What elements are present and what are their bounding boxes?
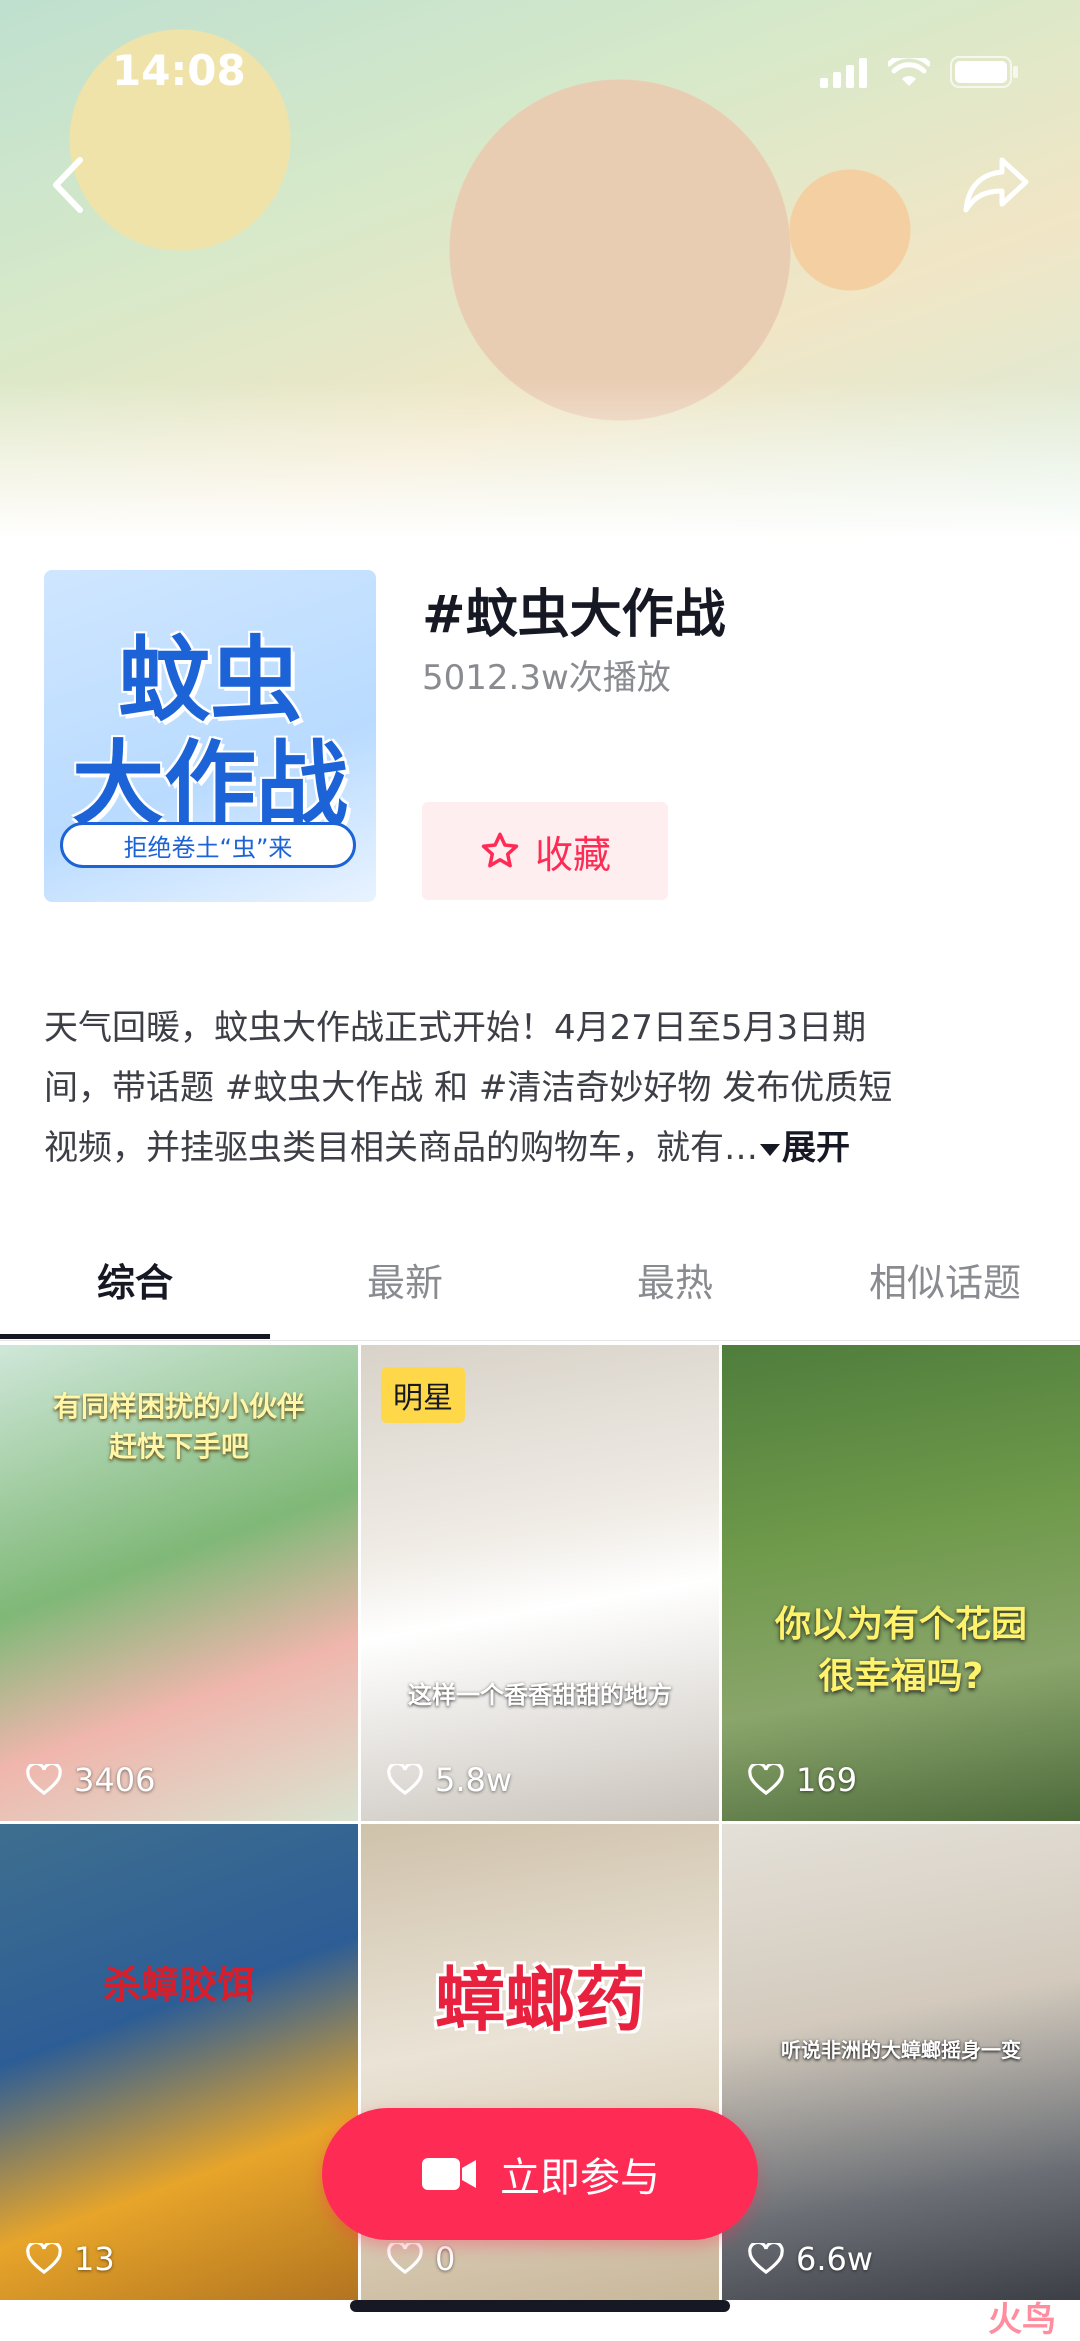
like-count-text: 0 — [435, 2240, 456, 2278]
favorite-label: 收藏 — [534, 832, 611, 877]
video-card[interactable]: 听说非洲的大蟑螂摇身一变 6.6w — [722, 1824, 1080, 2300]
heart-icon — [387, 2243, 423, 2275]
star-badge: 明星 — [381, 1367, 465, 1423]
heart-icon — [748, 2243, 784, 2275]
topic-description: 天气回暖，蚊虫大作战正式开始！4月27日至5月3日期 间，带话题 #蚊虫大作战 … — [44, 998, 1036, 1178]
favorite-button[interactable]: 收藏 — [422, 802, 668, 900]
tab-comprehensive[interactable]: 综合 — [0, 1252, 270, 1307]
back-button[interactable] — [44, 150, 94, 220]
heart-icon — [387, 1764, 423, 1796]
like-count-text: 169 — [796, 1761, 858, 1799]
status-bar: 14:08 — [0, 40, 1080, 100]
video-caption: 听说非洲的大蟑螂摇身一变 — [781, 2038, 1021, 2062]
description-line: 间，带话题 #蚊虫大作战 和 #清洁奇妙好物 发布优质短 — [44, 1068, 893, 1108]
chevron-left-icon — [53, 157, 83, 213]
like-count: 13 — [26, 2240, 115, 2278]
like-count: 169 — [748, 1761, 857, 1799]
banner-fade — [0, 380, 1080, 540]
like-count-text: 6.6w — [796, 2240, 874, 2278]
like-count: 5.8w — [387, 1761, 512, 1799]
wifi-icon — [888, 58, 930, 86]
description-line: 天气回暖，蚊虫大作战正式开始！4月27日至5月3日期 — [44, 1008, 867, 1048]
triangle-down-icon — [760, 1143, 780, 1156]
description-line: 视频，并挂驱虫类目相关商品的购物车，就有… — [44, 1128, 758, 1168]
share-arrow-icon — [963, 157, 1029, 213]
tab-latest[interactable]: 最新 — [270, 1252, 540, 1307]
join-now-label: 立即参与 — [500, 2155, 660, 2201]
active-tab-indicator — [0, 1334, 270, 1339]
video-card[interactable]: 有同样困扰的小伙伴 赶快下手吧 3406 — [0, 1345, 358, 1821]
video-card[interactable]: 你以为有个花园 很幸福吗? 169 — [722, 1345, 1080, 1821]
video-card[interactable]: 明星 这样一个香香甜甜的地方 5.8w — [361, 1345, 719, 1821]
video-caption: 你以为有个花园 很幸福吗? — [774, 1604, 1027, 1697]
topic-cover: 蚊虫 大作战 拒绝卷土“虫”来 — [44, 570, 376, 902]
like-count: 6.6w — [748, 2240, 873, 2278]
tab-hottest[interactable]: 最热 — [540, 1252, 810, 1307]
video-caption: 这样一个香香甜甜的地方 — [408, 1681, 672, 1709]
star-icon — [481, 832, 519, 868]
home-indicator[interactable] — [350, 2300, 730, 2312]
expand-button[interactable]: 展开 — [758, 1128, 850, 1168]
share-button[interactable] — [960, 150, 1032, 220]
status-icons — [820, 56, 1020, 88]
heart-icon — [26, 2243, 62, 2275]
join-now-button[interactable]: 立即参与 — [322, 2108, 758, 2240]
like-count-text: 3406 — [74, 1761, 156, 1799]
expand-label: 展开 — [782, 1128, 850, 1168]
cover-tagline: 拒绝卷土“虫”来 — [60, 822, 356, 868]
video-caption: 蟑螂药 — [435, 1959, 645, 2041]
heart-icon — [748, 1764, 784, 1796]
video-caption: 杀蟑胶饵 — [102, 1963, 255, 2007]
watermark-logo: 火鸟 — [988, 2300, 1056, 2340]
description-line-last: 视频，并挂驱虫类目相关商品的购物车，就有… 展开 — [44, 1118, 1036, 1178]
video-caption: 有同样困扰的小伙伴 赶快下手吧 — [52, 1390, 305, 1463]
like-count-text: 13 — [74, 2240, 115, 2278]
signal-icon — [820, 58, 867, 88]
status-time: 14:08 — [112, 46, 246, 95]
like-count: 3406 — [26, 1761, 155, 1799]
like-count-text: 5.8w — [435, 1761, 513, 1799]
like-count: 0 — [387, 2240, 455, 2278]
battery-icon — [950, 56, 1018, 88]
video-camera-icon — [422, 2158, 476, 2190]
video-card[interactable]: 杀蟑胶饵 13 — [0, 1824, 358, 2300]
play-count: 5012.3w次播放 — [422, 658, 671, 698]
topic-title: #蚊虫大作战 — [422, 585, 726, 645]
tab-bar: 综合 最新 最热 相似话题 — [0, 1230, 1080, 1342]
tabs-divider — [0, 1340, 1080, 1341]
tab-similar-topics[interactable]: 相似话题 — [810, 1252, 1080, 1307]
heart-icon — [26, 1764, 62, 1796]
